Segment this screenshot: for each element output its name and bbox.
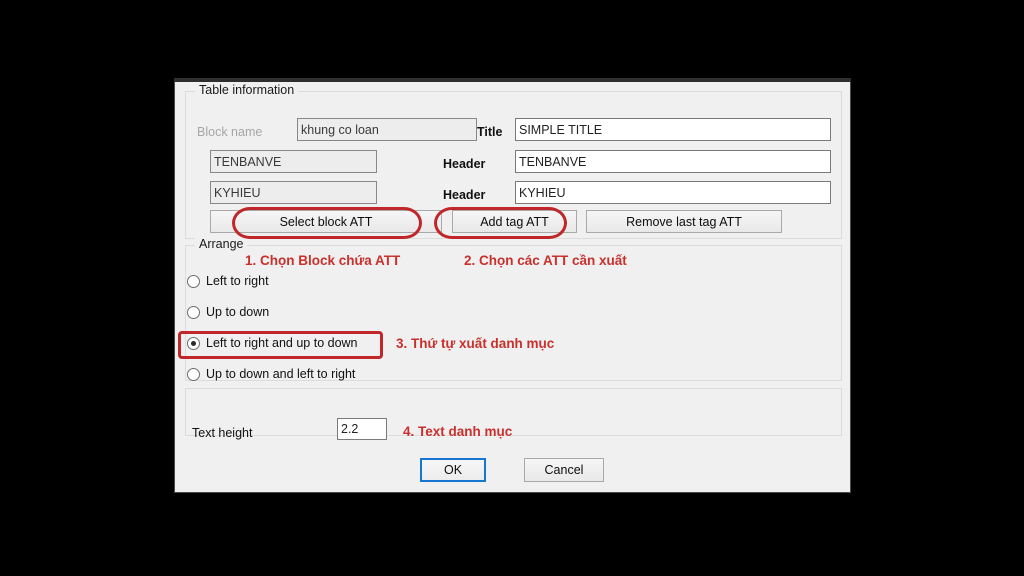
block-name-label: Block name [197,125,263,139]
ok-button[interactable]: OK [420,458,486,482]
radio-up-to-down[interactable]: Up to down [187,305,269,319]
annotation-1: 1. Chọn Block chứa ATT [245,253,401,268]
select-block-att-button[interactable]: Select block ATT [210,210,442,233]
radio-label-left-to-right-and-up-to-down: Left to right and up to down [206,336,358,350]
text-height-input[interactable] [337,418,387,440]
export-table-dialog: Table information Block name Title Heade… [174,82,851,493]
radio-up-to-down-and-left-to-right[interactable]: Up to down and left to right [187,367,355,381]
radio-label-up-to-down: Up to down [206,305,270,319]
tag-input-1[interactable] [210,150,377,173]
annotation-3: 3. Thứ tự xuất danh mục [396,336,555,351]
group-text-height [185,388,842,436]
title-label: Title [477,125,503,139]
screenshot-canvas: Table information Block name Title Heade… [0,0,1024,576]
text-height-label: Text height [192,426,253,440]
radio-left-to-right[interactable]: Left to right [187,274,269,288]
radio-left-to-right-and-up-to-down[interactable]: Left to right and up to down [187,336,358,350]
radio-label-up-to-down-and-left-to-right: Up to down and left to right [206,367,356,381]
tag-input-2[interactable] [210,181,377,204]
header-label-2: Header [443,188,486,202]
header-label-1: Header [443,157,486,171]
title-input[interactable] [515,118,831,141]
radio-label-left-to-right: Left to right [206,274,269,288]
header-input-2[interactable] [515,181,831,204]
add-tag-att-button[interactable]: Add tag ATT [452,210,577,233]
radio-dot-selected-icon [187,336,200,350]
group-arrange-legend: Arrange [195,237,248,251]
annotation-2: 2. Chọn các ATT cần xuất [464,253,627,268]
remove-last-tag-att-button[interactable]: Remove last tag ATT [586,210,782,233]
radio-dot-icon [187,305,200,319]
cancel-button[interactable]: Cancel [524,458,604,482]
header-input-1[interactable] [515,150,831,173]
block-name-input[interactable] [297,118,477,141]
annotation-4: 4. Text danh mục [403,424,513,439]
group-table-information-legend: Table information [195,83,299,97]
radio-dot-icon [187,367,200,381]
radio-dot-icon [187,274,200,288]
